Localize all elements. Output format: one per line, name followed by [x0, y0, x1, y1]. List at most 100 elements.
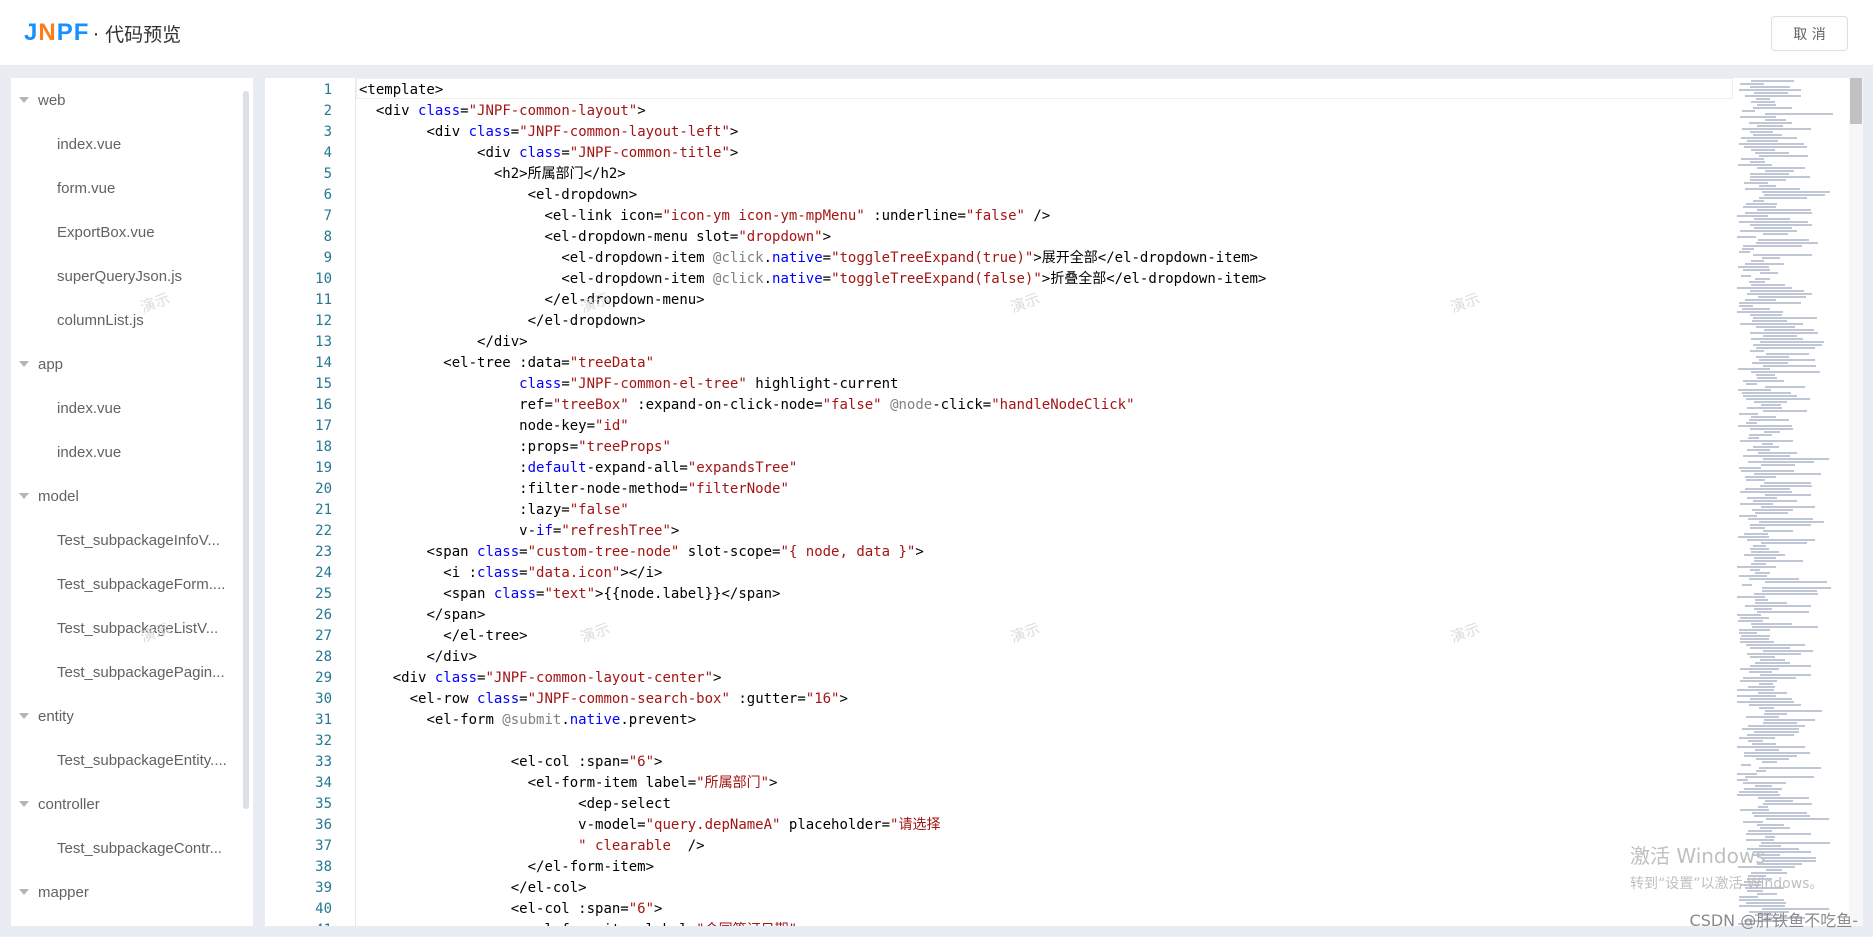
sidebar-scrollbar[interactable]: [243, 91, 249, 809]
minimap-line: [1749, 704, 1801, 706]
tree-folder[interactable]: model: [11, 474, 253, 518]
minimap-line: [1755, 749, 1779, 751]
code-token: :gutter=: [729, 691, 806, 707]
caret-down-icon[interactable]: [19, 361, 29, 367]
minimap-line: [1737, 746, 1805, 748]
code-token: >展开全部</el-dropdown-item>: [1033, 250, 1258, 266]
tree-file[interactable]: Test_subpackageContr...: [11, 826, 253, 870]
minimap-line: [1752, 626, 1818, 628]
code-token: :: [519, 460, 528, 476]
minimap-line: [1743, 821, 1763, 823]
minimap-line: [1742, 110, 1755, 112]
tree-file[interactable]: Test_subpackageListV...: [11, 606, 253, 650]
tree-node-label: mapper: [38, 883, 89, 901]
code-token: <el-form-item label=: [528, 922, 697, 926]
minimap-line: [1751, 80, 1794, 82]
minimap-line: [1757, 209, 1811, 211]
tree-file[interactable]: form.vue: [11, 166, 253, 210]
minimap-line: [1738, 425, 1792, 427]
tree-node-label: index.vue: [57, 399, 122, 417]
caret-down-icon[interactable]: [19, 97, 29, 103]
code-line: <i :class="data.icon"></i>: [443, 563, 662, 584]
minimap-line: [1766, 818, 1829, 820]
code-token: class: [493, 586, 537, 602]
editor-scrollbar-thumb[interactable]: [1850, 78, 1862, 124]
code-text-area[interactable]: <template> <div class="JNPF-common-layout…: [355, 78, 1733, 926]
minimap-line: [1758, 239, 1809, 241]
tree-file[interactable]: index.vue: [11, 430, 253, 474]
minimap-line: [1739, 305, 1753, 307]
minimap-line: [1750, 161, 1765, 163]
code-line: </el-form-item>: [528, 857, 654, 878]
minimap-line: [1744, 533, 1768, 535]
line-number: 14: [315, 355, 332, 371]
line-number: 40: [315, 901, 332, 917]
tree-file[interactable]: Test_subpackageForm....: [11, 562, 253, 606]
tree-file[interactable]: ExportBox.vue: [11, 210, 253, 254]
caret-down-icon[interactable]: [19, 713, 29, 719]
minimap-line: [1763, 803, 1812, 805]
code-token: </div>: [426, 649, 478, 665]
minimap-line: [1750, 656, 1775, 658]
tree-folder[interactable]: mapper: [11, 870, 253, 914]
minimap-line: [1747, 449, 1770, 451]
line-number: 3: [323, 124, 332, 140]
minimap-line: [1765, 710, 1822, 712]
line-number: 34: [315, 775, 332, 791]
tree-file[interactable]: index.vue: [11, 386, 253, 430]
caret-down-icon[interactable]: [19, 493, 29, 499]
code-token: class: [477, 565, 520, 581]
editor-scrollbar[interactable]: [1849, 78, 1863, 926]
tree-node-label: Test_subpackageContr...: [57, 839, 223, 857]
minimap-line: [1757, 125, 1783, 127]
tree-folder[interactable]: controller: [11, 782, 253, 826]
code-editor[interactable]: 1 2 3 4 5 6 7 8 9 10 11 12 13 14 15 16 17 18 19 20 21 22 23 24 2…: [265, 78, 1863, 926]
minimap-line: [1756, 347, 1815, 349]
code-token: "treeProps": [578, 439, 671, 455]
tree-file[interactable]: Test_subpackageEntity....: [11, 738, 253, 782]
code-token: =: [561, 376, 570, 392]
minimap-line: [1739, 737, 1775, 739]
code-token: =: [510, 124, 520, 140]
minimap-line: [1740, 230, 1797, 232]
tree-file[interactable]: columnList.js: [11, 298, 253, 342]
line-number: 22: [315, 523, 332, 539]
code-token: <div: [375, 103, 419, 119]
line-number: 4: [323, 145, 332, 161]
minimap-line: [1740, 638, 1769, 640]
minimap-line: [1739, 143, 1804, 145]
tree-file[interactable]: Test_subpackagePagin...: [11, 650, 253, 694]
code-token: </el-dropdown-menu>: [544, 292, 705, 308]
minimap-line: [1751, 371, 1820, 373]
code-token: <template>: [359, 82, 444, 98]
line-number: 38: [315, 859, 332, 875]
minimap[interactable]: [1733, 78, 1851, 926]
minimap-line: [1745, 188, 1800, 190]
tree-file[interactable]: superQueryJson.js: [11, 254, 253, 298]
minimap-line: [1753, 545, 1766, 547]
tree-folder[interactable]: app: [11, 342, 253, 386]
code-token: >折叠全部</el-dropdown-item>: [1041, 271, 1267, 287]
minimap-line: [1741, 158, 1764, 160]
code-token: "dropdown": [738, 229, 823, 245]
file-tree-list: web index.vue form.vue ExportBox.vue superQu…: [11, 78, 253, 914]
code-token: >: [670, 523, 680, 539]
tree-folder[interactable]: web: [11, 78, 253, 122]
code-token: "请选择: [890, 817, 941, 833]
minimap-line: [1750, 524, 1811, 526]
tree-file[interactable]: Test_subpackageInfoV...: [11, 518, 253, 562]
minimap-line: [1747, 497, 1777, 499]
minimap-line: [1757, 824, 1784, 826]
minimap-line: [1748, 461, 1814, 463]
code-token: >: [822, 229, 832, 245]
cancel-button[interactable]: 取 消: [1771, 16, 1848, 51]
tree-folder[interactable]: entity: [11, 694, 253, 738]
code-line: <span class="text">{{node.label}}</span>: [443, 584, 780, 605]
code-token: <span: [426, 544, 478, 560]
caret-down-icon[interactable]: [19, 889, 29, 895]
caret-down-icon[interactable]: [19, 801, 29, 807]
tree-file[interactable]: index.vue: [11, 122, 253, 166]
minimap-line: [1759, 359, 1815, 361]
tree-node-label: controller: [38, 795, 100, 813]
minimap-line: [1750, 176, 1810, 178]
